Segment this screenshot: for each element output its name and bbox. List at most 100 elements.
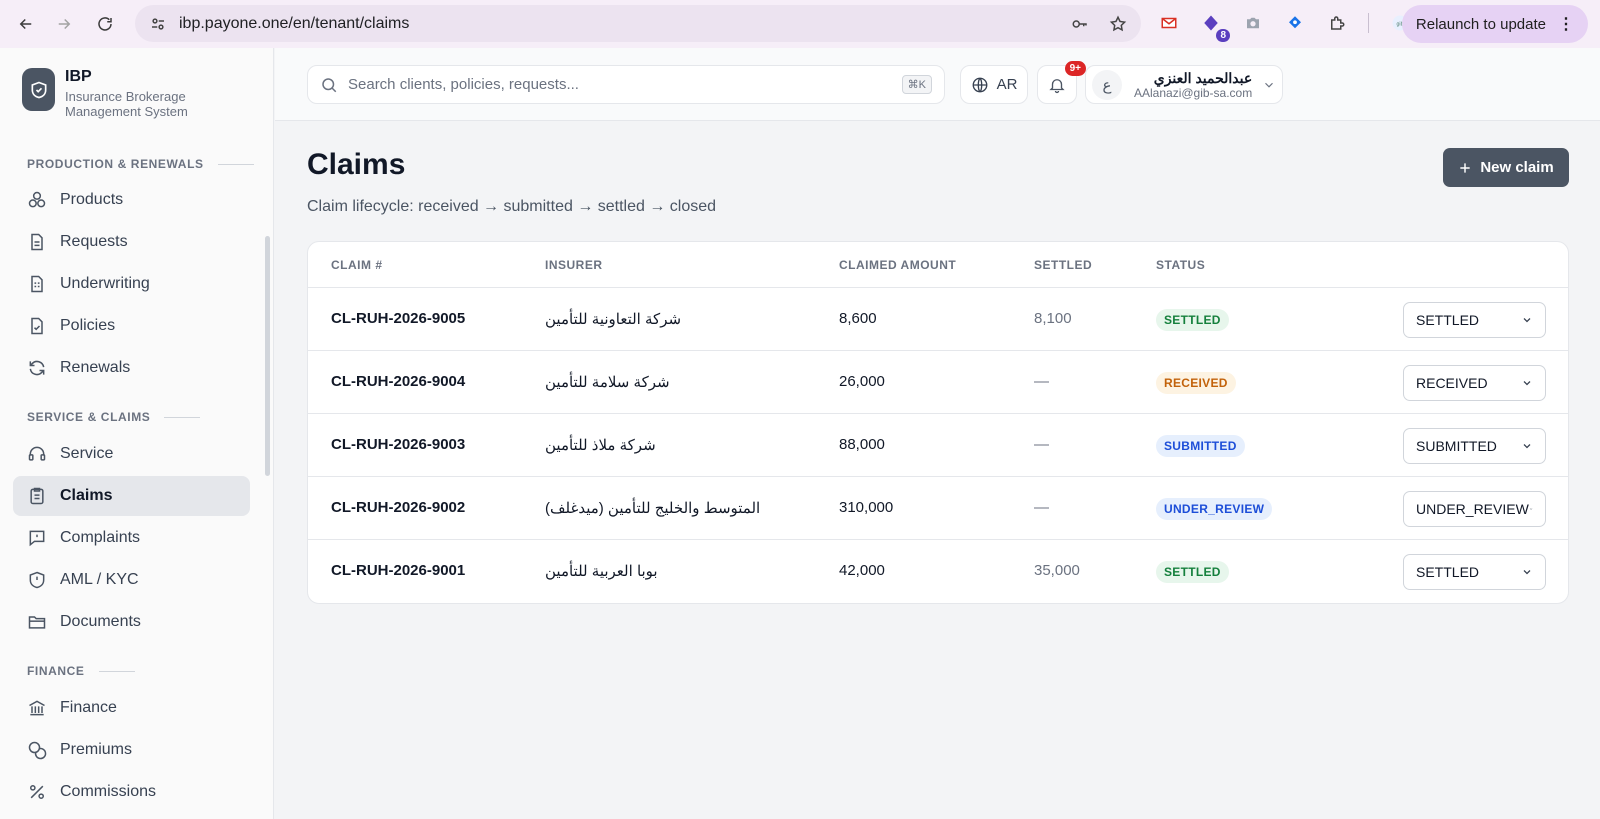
- topbar: ⌘K AR 9+ ع عبدالحميد العنزي AAlanazi@gib…: [275, 48, 1600, 121]
- folder-icon: [28, 616, 46, 629]
- star-icon[interactable]: [1109, 15, 1127, 33]
- user-name: عبدالحميد العنزي: [1153, 69, 1253, 86]
- bell-icon: [1049, 78, 1065, 93]
- claim-number[interactable]: CL-RUH-2026-9002: [331, 499, 465, 516]
- url-text[interactable]: ibp.payone.one/en/tenant/claims: [179, 15, 409, 33]
- percent-icon: [30, 785, 45, 799]
- gmail-icon[interactable]: [1158, 12, 1180, 34]
- chevron-down-icon: [1529, 508, 1533, 510]
- sidebar-item-documents[interactable]: Documents: [13, 602, 250, 642]
- shield-logo-icon: [22, 68, 55, 111]
- status-select[interactable]: SETTLED: [1403, 554, 1546, 590]
- sidebar-item-complaints[interactable]: Complaints: [13, 518, 250, 558]
- more-vert-icon[interactable]: ⋮: [1558, 14, 1574, 34]
- column-header-claim: CLAIM #: [331, 258, 383, 272]
- claimed-amount: 88,000: [839, 436, 885, 453]
- brand[interactable]: IBP Insurance Brokerage Management Syste…: [22, 68, 195, 119]
- browser-toolbar: ibp.payone.one/en/tenant/claims 8 gib Re…: [0, 0, 1600, 48]
- sidebar-item-label: Service: [60, 445, 114, 462]
- chevron-down-icon: [1523, 570, 1531, 575]
- status-badge: SETTLED: [1156, 561, 1229, 583]
- status-select[interactable]: UNDER_REVIEW: [1403, 491, 1546, 527]
- chevron-down-icon: [1523, 444, 1531, 449]
- claim-number[interactable]: CL-RUH-2026-9001: [331, 562, 465, 579]
- camera-icon[interactable]: [1242, 12, 1264, 34]
- table-row[interactable]: CL-RUH-2026-9003 شركة ملاذ للتأمين 88,00…: [308, 414, 1568, 477]
- claim-number[interactable]: CL-RUH-2026-9003: [331, 436, 465, 453]
- table-row[interactable]: CL-RUH-2026-9001 بوبا العربية للتأمين 42…: [308, 540, 1568, 603]
- status-select-value: SETTLED: [1416, 312, 1480, 328]
- sidebar-item-requests[interactable]: Requests: [13, 222, 250, 262]
- insurer-name: المتوسط والخليج للتأمين (ميدغلف): [545, 500, 761, 517]
- chevron-down-icon: [1523, 381, 1531, 386]
- status-select[interactable]: SETTLED: [1403, 302, 1546, 338]
- new-claim-label: New claim: [1480, 159, 1554, 176]
- chevron-down-icon: [1523, 318, 1531, 323]
- sidebar-item-aml-kyc[interactable]: AML / KYC: [13, 560, 250, 600]
- column-header-status: STATUS: [1156, 258, 1206, 272]
- claim-number[interactable]: CL-RUH-2026-9004: [331, 373, 465, 390]
- settled-amount: —: [1034, 436, 1049, 453]
- forward-icon[interactable]: [50, 10, 78, 38]
- table-row[interactable]: CL-RUH-2026-9004 شركة سلامة للتأمين 26,0…: [308, 351, 1568, 414]
- clipboard-list-icon: [30, 487, 44, 505]
- status-badge: UNDER_REVIEW: [1156, 498, 1273, 520]
- status-select-value: UNDER_REVIEW: [1416, 501, 1529, 517]
- search-shortcut: ⌘K: [901, 75, 932, 94]
- relaunch-button[interactable]: Relaunch to update ⋮: [1401, 5, 1588, 43]
- settled-amount: —: [1034, 499, 1049, 516]
- sidebar-item-premiums[interactable]: Premiums: [13, 730, 250, 770]
- search-input[interactable]: [348, 76, 902, 93]
- claim-number[interactable]: CL-RUH-2026-9005: [331, 310, 465, 327]
- sidebar-scrollbar[interactable]: [265, 236, 270, 476]
- address-bar[interactable]: ibp.payone.one/en/tenant/claims: [135, 5, 1141, 42]
- claimed-amount: 26,000: [839, 373, 885, 390]
- brand-subtitle: Insurance Brokerage Management System: [65, 89, 188, 119]
- search-box[interactable]: ⌘K: [307, 65, 945, 104]
- sidebar-item-underwriting[interactable]: Underwriting: [13, 264, 250, 304]
- settled-amount: 35,000: [1034, 562, 1080, 579]
- brand-title: IBP: [65, 68, 92, 85]
- user-menu[interactable]: ع عبدالحميد العنزي AAlanazi@gib-sa.com: [1085, 65, 1283, 104]
- notifications-button[interactable]: 9+: [1037, 61, 1086, 104]
- table-row[interactable]: CL-RUH-2026-9002 المتوسط والخليج للتأمين…: [308, 477, 1568, 540]
- sidebar-item-policies[interactable]: Policies: [13, 306, 250, 346]
- status-select-value: RECEIVED: [1416, 375, 1488, 391]
- status-select[interactable]: RECEIVED: [1403, 365, 1546, 401]
- sidebar-item-renewals[interactable]: Renewals: [13, 348, 250, 388]
- file-check-icon: [31, 317, 43, 335]
- puzzle-icon[interactable]: [1326, 12, 1348, 34]
- sidebar: IBP Insurance Brokerage Management Syste…: [0, 48, 274, 819]
- table-row[interactable]: CL-RUH-2026-9005 شركة التعاونية للتأمين …: [308, 288, 1568, 351]
- sidebar-item-claims[interactable]: Claims: [13, 476, 250, 516]
- insurer-name: شركة ملاذ للتأمين: [545, 437, 656, 454]
- reload-icon[interactable]: [91, 10, 119, 38]
- key-icon[interactable]: [1071, 15, 1089, 33]
- notification-badge: 9+: [1064, 61, 1086, 76]
- boxes-icon: [28, 191, 46, 208]
- language-button[interactable]: AR: [960, 65, 1028, 104]
- refresh-icon: [29, 360, 45, 376]
- extension-diamond-icon[interactable]: 8: [1200, 12, 1230, 42]
- sidebar-item-label: Complaints: [60, 529, 141, 546]
- sidebar-item-label: Policies: [60, 317, 116, 334]
- status-select-value: SETTLED: [1416, 564, 1480, 580]
- sidebar-item-commissions[interactable]: Commissions: [13, 772, 250, 812]
- new-claim-button[interactable]: New claim: [1443, 148, 1569, 187]
- tag-extension-icon[interactable]: [1284, 12, 1306, 34]
- status-badge: SETTLED: [1156, 309, 1229, 331]
- sidebar-item-finance[interactable]: Finance: [13, 688, 250, 728]
- sidebar-item-label: AML / KYC: [60, 571, 139, 588]
- avatar: ع: [1092, 69, 1122, 100]
- insurer-name: شركة سلامة للتأمين: [545, 374, 670, 391]
- insurer-name: بوبا العربية للتأمين: [545, 563, 658, 580]
- coins-icon: [28, 741, 47, 760]
- column-header-insurer: INSURER: [545, 258, 603, 272]
- headset-icon: [28, 446, 46, 461]
- sidebar-item-service[interactable]: Service: [13, 434, 250, 474]
- site-settings-icon[interactable]: [149, 15, 167, 33]
- back-icon[interactable]: [12, 10, 40, 38]
- sidebar-item-products[interactable]: Products: [13, 180, 250, 220]
- status-select[interactable]: SUBMITTED: [1403, 428, 1546, 464]
- message-square-icon: [29, 530, 45, 547]
